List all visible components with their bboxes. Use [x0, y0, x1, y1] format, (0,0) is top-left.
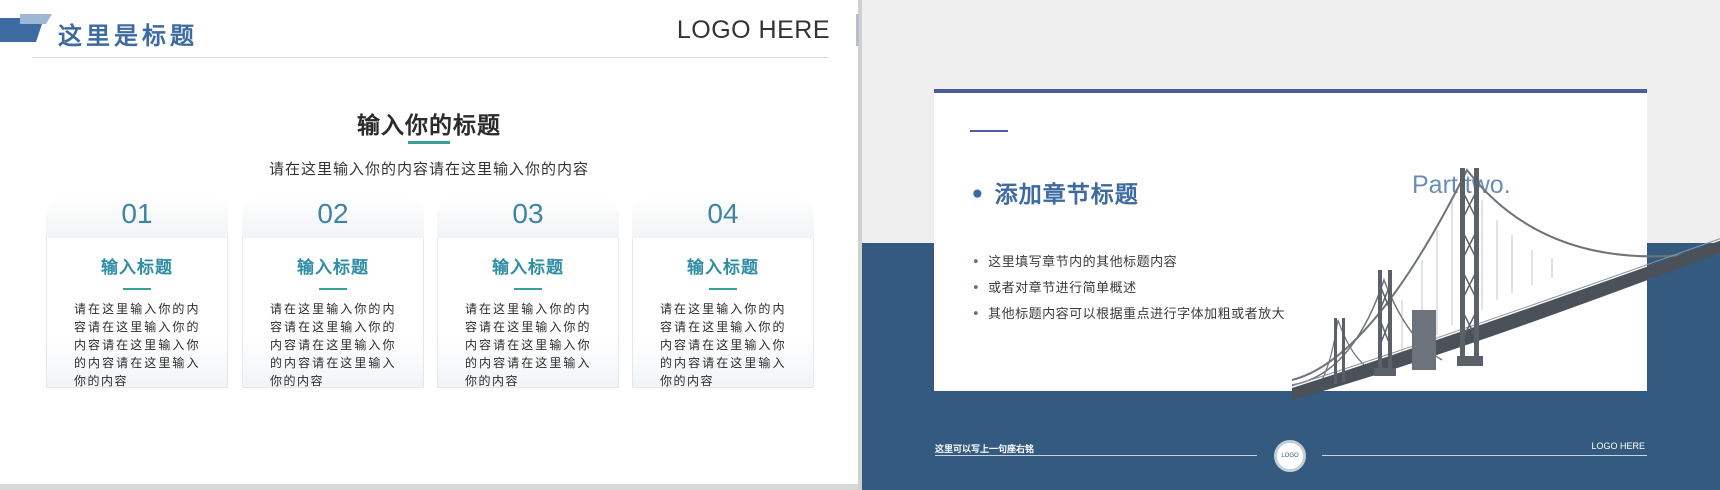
logo-badge: LOGO: [1274, 440, 1306, 472]
footer-logo: LOGO HERE: [1591, 441, 1645, 451]
slide-title: 这里是标题: [58, 22, 198, 50]
content-card-4: 04 输入标题 请在这里输入你的内容请在这里输入你的内容请在这里输入你的内容请在…: [632, 196, 814, 396]
card-number: 02: [317, 198, 349, 229]
card-title: 输入标题: [687, 258, 759, 278]
footer-line: [1322, 455, 1647, 456]
title-divider: [32, 57, 828, 58]
footer-line: [935, 455, 1257, 456]
card-text: 请在这里输入你的内容请在这里输入你的内容请在这里输入你的内容请在这里输入你的内容: [270, 302, 396, 388]
card-number: 01: [121, 198, 153, 229]
footer-motto: 这里可以写上一句座右铭: [935, 445, 1035, 455]
bullet-item: 其他标题内容可以根据重点进行字体加粗或者放大: [972, 302, 1285, 328]
card-underline: [319, 288, 347, 290]
left-slide: 这里是标题 LOGO HERE 输入你的标题 请在这里输入你的内容请在这里输入你…: [0, 0, 858, 484]
bullet-item: 这里填写章节内的其他标题内容: [972, 250, 1285, 276]
title-parallelogram-icon: [0, 14, 52, 42]
card-underline: [123, 288, 151, 290]
content-card-3: 03 输入标题 请在这里输入你的内容请在这里输入你的内容请在这里输入你的内容请在…: [437, 196, 619, 396]
content-card-2: 02 输入标题 请在这里输入你的内容请在这里输入你的内容请在这里输入你的内容请在…: [242, 196, 424, 396]
logo-placeholder: LOGO HERE: [676, 16, 830, 44]
card-title: 输入标题: [101, 258, 173, 278]
section-subheading: 请在这里输入你的内容请在这里输入你的内容: [268, 160, 589, 178]
card-underline: [709, 288, 737, 290]
card-underline: [514, 288, 542, 290]
card-text: 请在这里输入你的内容请在这里输入你的内容请在这里输入你的内容请在这里输入你的内容: [465, 302, 591, 388]
heading-underline: [408, 141, 450, 144]
card-text: 请在这里输入你的内容请在这里输入你的内容请在这里输入你的内容请在这里输入你的内容: [660, 302, 786, 388]
section-heading: 输入你的标题: [357, 113, 501, 139]
bullet-list: 这里填写章节内的其他标题内容 或者对章节进行简单概述 其他标题内容可以根据重点进…: [972, 250, 1285, 328]
content-card-1: 01 输入标题 请在这里输入你的内容请在这里输入你的内容请在这里输入你的内容请在…: [46, 196, 228, 396]
short-accent-rule: [970, 130, 1008, 132]
right-slide: • 添加章节标题 Part two. 这里填写章节内的其他标题内容 或者对章节进…: [862, 0, 1720, 490]
bullet-item: 或者对章节进行简单概述: [972, 276, 1285, 302]
divider-accent: [856, 14, 859, 46]
card-number: 03: [512, 198, 544, 229]
chapter-title: • 添加章节标题: [970, 182, 1139, 208]
panel-top-bar: [934, 89, 1647, 93]
card-title: 输入标题: [492, 258, 564, 278]
suspension-bridge-image: [1292, 168, 1720, 400]
card-number: 04: [707, 198, 739, 229]
card-title: 输入标题: [297, 258, 369, 278]
card-text: 请在这里输入你的内容请在这里输入你的内容请在这里输入你的内容请在这里输入你的内容: [74, 302, 200, 388]
